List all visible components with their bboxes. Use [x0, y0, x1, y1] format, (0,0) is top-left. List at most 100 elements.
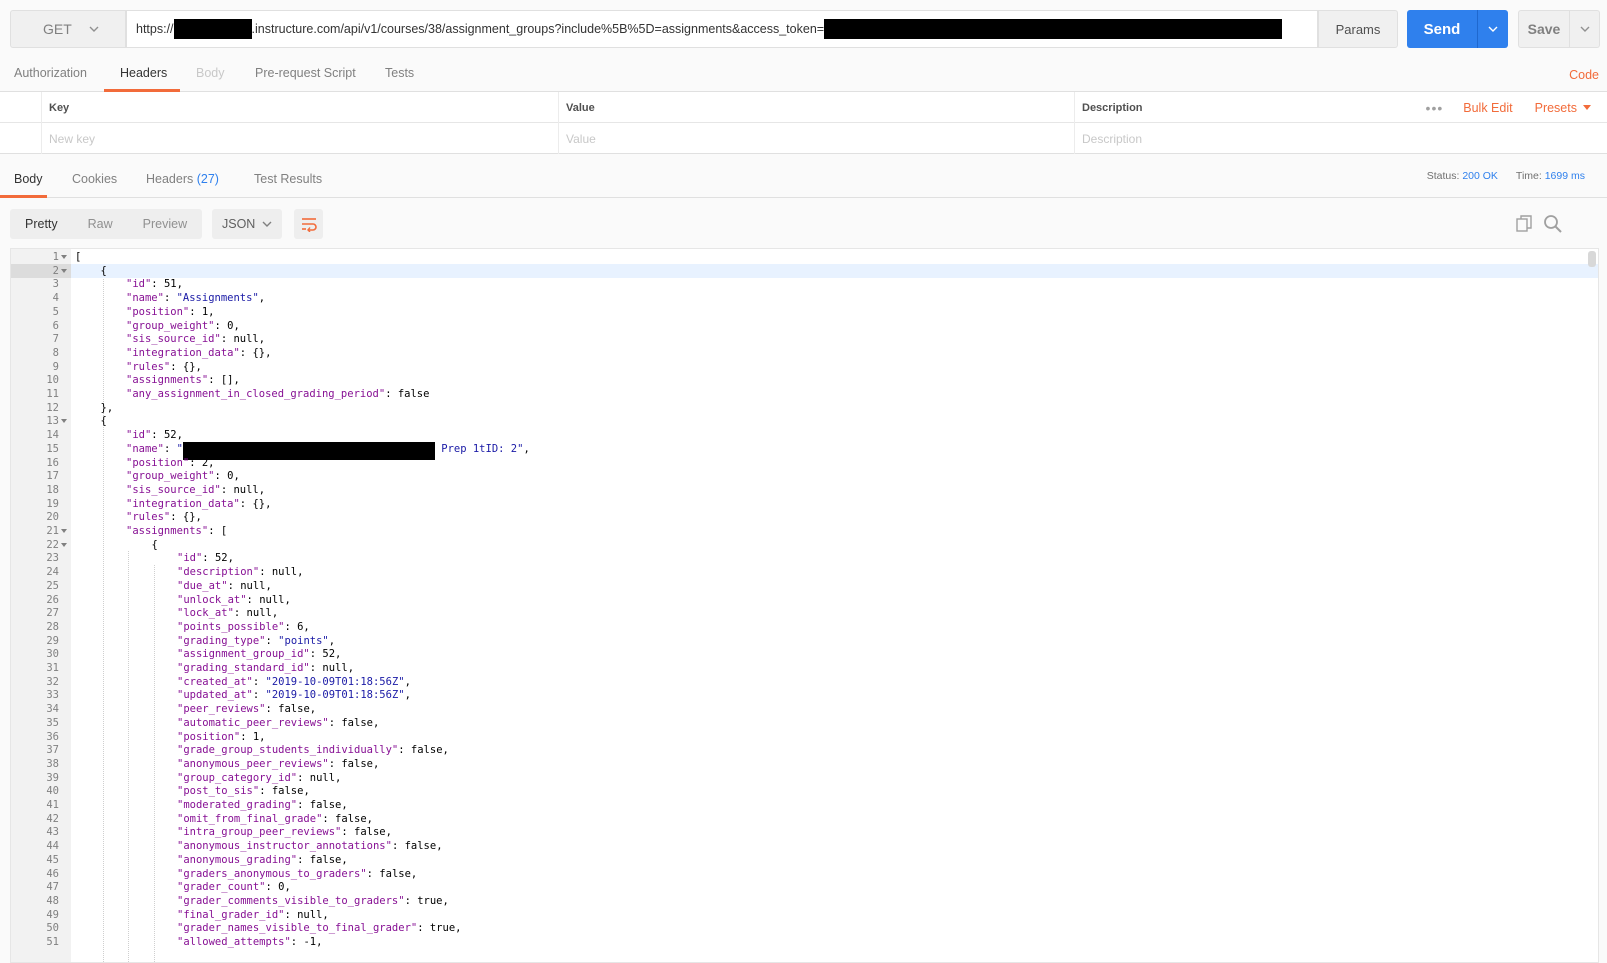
json-key: "intra_group_peer_reviews" [177, 826, 342, 839]
response-body-editor[interactable]: 1[2{3 "id": 51, 4 "name": "Assignments", 5 "p… [10, 248, 1599, 963]
code-text: "grader_comments_visible_to_graders": tr… [177, 894, 449, 908]
fold-toggle-icon[interactable] [61, 529, 67, 533]
json-punct: [ [75, 251, 82, 263]
url-path: .instructure.com/api/v1/courses/38/assig… [251, 22, 825, 36]
new-key-input[interactable]: New key [41, 123, 558, 154]
url-prefix: https:// [136, 22, 174, 36]
tab-prerequest-script[interactable]: Pre-request Script [255, 66, 356, 92]
line-number: 18 [46, 483, 59, 496]
code-text: "intra_group_peer_reviews": false, [177, 825, 392, 839]
code-text: "grading_type": "points", [177, 634, 335, 648]
more-options-icon[interactable]: ••• [1426, 100, 1444, 116]
fold-toggle-icon[interactable] [61, 542, 67, 547]
params-button[interactable]: Params [1318, 10, 1398, 48]
code-line: 3 "id": 51, [11, 277, 1598, 291]
json-key: "created_at" [177, 675, 253, 688]
send-dropdown-button[interactable] [1477, 10, 1508, 48]
code-line: 15 "name": " Prep 1tID: 2", [11, 441, 1598, 460]
code-text: [ [75, 250, 81, 264]
fold-toggle-icon[interactable] [61, 419, 67, 424]
json-key: "post_to_sis" [177, 785, 260, 798]
json-key: "grade_group_students_individually" [177, 744, 399, 757]
json-punct: : null, [220, 333, 266, 346]
json-punct: : false [385, 388, 430, 400]
bulk-edit-link[interactable]: Bulk Edit [1463, 101, 1512, 115]
tab-response-body[interactable]: Body [0, 172, 47, 198]
code-line: 27 "lock_at": null, [11, 606, 1598, 620]
code-text: "created_at": "2019-10-09T01:18:56Z", [177, 675, 411, 689]
view-pretty[interactable]: Pretty [10, 217, 73, 231]
new-description-input[interactable]: Description [1074, 123, 1414, 154]
chevron-down-icon [89, 26, 99, 32]
line-number: 3 [52, 278, 59, 291]
time-value[interactable]: 1699 ms [1545, 170, 1585, 182]
tab-headers[interactable]: Headers [104, 66, 180, 92]
line-number: 19 [46, 497, 59, 510]
tab-body[interactable]: Body [196, 66, 225, 92]
save-button[interactable]: Save [1518, 10, 1570, 48]
tab-test-results[interactable]: Test Results [254, 172, 322, 198]
code-line: 8 "integration_data": {}, [11, 346, 1598, 360]
json-key: "allowed_attempts" [177, 936, 291, 948]
json-punct: : 1, [189, 305, 215, 318]
code-text: "name": "Assignments", [126, 291, 265, 305]
format-label: JSON [222, 217, 256, 231]
code-line: 9 "rules": {}, [11, 360, 1598, 374]
code-line: 35 "automatic_peer_reviews": false, [11, 716, 1598, 730]
line-number: 46 [46, 867, 59, 880]
code-text: "integration_data": {}, [126, 346, 271, 360]
json-punct: , [523, 442, 530, 455]
line-number: 20 [46, 511, 59, 524]
code-line: 2{ [11, 263, 1598, 278]
view-raw[interactable]: Raw [73, 217, 128, 231]
method-select[interactable]: GET [10, 10, 126, 48]
code-line: 4 "name": "Assignments", [11, 291, 1598, 305]
line-number: 25 [46, 579, 59, 592]
code-text: { [152, 538, 158, 552]
code-text: "rules": {}, [126, 510, 202, 524]
code-link[interactable]: Code [1569, 68, 1599, 82]
status-value[interactable]: 200 OK [1462, 170, 1498, 182]
json-punct: { [100, 264, 107, 277]
json-string: "points" [278, 634, 329, 647]
fold-toggle-icon[interactable] [61, 255, 67, 259]
tab-cookies[interactable]: Cookies [72, 172, 117, 198]
line-number: 4 [52, 292, 59, 305]
chevron-down-icon [1580, 26, 1589, 32]
column-key: Key [41, 92, 558, 123]
scrollbar-thumb[interactable] [1588, 251, 1596, 267]
json-punct: : false, [259, 785, 310, 798]
new-value-input[interactable]: Value [558, 123, 1074, 154]
line-number: 32 [46, 675, 59, 688]
wrap-lines-button[interactable] [294, 209, 323, 239]
code-text: "allowed_attempts": -1, [177, 935, 322, 949]
view-preview[interactable]: Preview [128, 217, 202, 231]
url-input[interactable]: https:// .instructure.com/api/v1/courses… [126, 10, 1318, 48]
copy-icon[interactable] [1515, 215, 1533, 233]
code-line: 18 "sis_source_id": null, [11, 483, 1598, 497]
json-punct: , [328, 634, 336, 647]
code-text: { [101, 264, 107, 278]
format-select[interactable]: JSON [212, 209, 282, 239]
json-punct: : false, [297, 799, 348, 811]
code-line: 24 "description": null, [11, 565, 1598, 579]
code-text: "sis_source_id": null, [126, 332, 265, 346]
code-line: 47 "grader_count": 0, [11, 880, 1598, 894]
line-number: 42 [46, 812, 59, 825]
json-punct: : false, [341, 826, 392, 839]
code-line: 44 "anonymous_instructor_annotations": fa… [11, 839, 1598, 853]
fold-toggle-icon[interactable] [61, 268, 67, 273]
send-button[interactable]: Send [1407, 10, 1477, 48]
tab-authorization[interactable]: Authorization [14, 66, 87, 92]
json-punct: : null, [309, 662, 355, 674]
tab-response-headers[interactable]: Headers (27) [146, 172, 219, 198]
code-text: "grade_group_students_individually": fal… [177, 743, 449, 757]
presets-dropdown[interactable]: Presets [1535, 101, 1591, 115]
json-key: "grader_comments_visible_to_graders" [177, 894, 405, 907]
tab-tests[interactable]: Tests [385, 66, 414, 92]
search-icon[interactable] [1543, 214, 1563, 234]
json-punct: , [258, 292, 266, 305]
save-dropdown-button[interactable] [1570, 10, 1600, 48]
code-line: 43 "intra_group_peer_reviews": false, [11, 825, 1598, 839]
headers-new-row: New key Value Description [0, 123, 1607, 154]
